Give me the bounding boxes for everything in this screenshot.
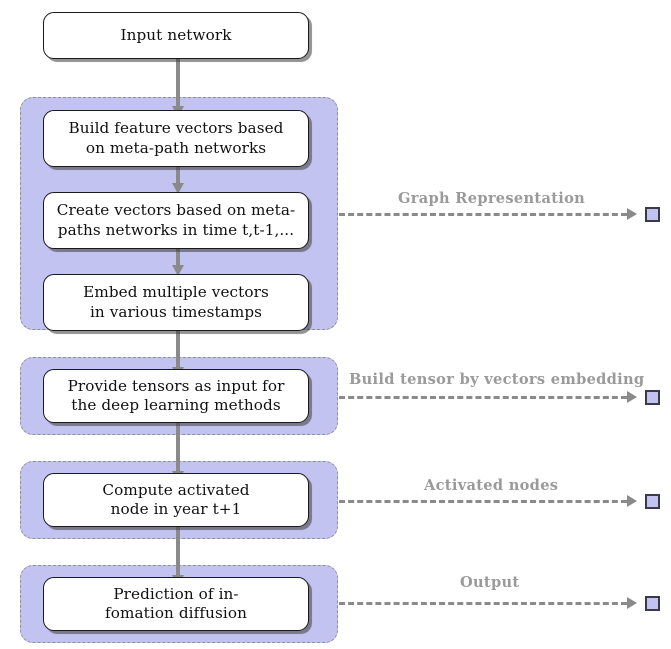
annotation-arrowhead-output (627, 597, 637, 609)
annotation-connector-activated-nodes (339, 500, 627, 503)
annotation-arrowhead-graph-representation (627, 208, 637, 220)
annotation-marker-output[interactable] (645, 596, 660, 611)
connector-provide-to-compute (176, 416, 180, 474)
node-embed-vectors[interactable]: Embed multiple vectors in various timest… (43, 274, 309, 331)
annotation-label-activated-nodes: Activated nodes (424, 477, 559, 494)
annotation-label-output: Output (460, 574, 520, 591)
node-input-network-label: Input network (120, 25, 232, 44)
node-embed-vectors-label: Embed multiple vectors in various timest… (83, 283, 269, 321)
node-create-vectors-label: Create vectors based on meta- paths netw… (56, 201, 296, 239)
annotation-connector-output (339, 602, 627, 605)
annotation-arrowhead-build-tensor (627, 391, 637, 403)
node-provide-tensors[interactable]: Provide tensors as input for the deep le… (43, 369, 309, 423)
flowchart-canvas: Input network Build feature vectors base… (0, 0, 671, 649)
node-build-feature-vectors-label: Build feature vectors based on meta-path… (68, 119, 284, 157)
annotation-connector-build-tensor (339, 396, 627, 399)
annotation-label-build-tensor: Build tensor by vectors embedding (349, 371, 645, 388)
annotation-marker-build-tensor[interactable] (645, 390, 660, 405)
annotation-connector-graph-representation (339, 213, 627, 216)
annotation-marker-activated-nodes[interactable] (645, 494, 660, 509)
node-prediction-diffusion-label: Prediction of in- fomation diffusion (105, 584, 247, 623)
annotation-marker-graph-representation[interactable] (645, 207, 660, 222)
node-compute-activated[interactable]: Compute activated node in year t+1 (43, 473, 309, 527)
node-build-feature-vectors[interactable]: Build feature vectors based on meta-path… (43, 110, 309, 167)
connector-input-to-build (176, 58, 180, 108)
node-prediction-diffusion[interactable]: Prediction of in- fomation diffusion (43, 577, 309, 631)
node-compute-activated-label: Compute activated node in year t+1 (102, 480, 250, 519)
node-provide-tensors-label: Provide tensors as input for the deep le… (67, 376, 285, 415)
annotation-label-graph-representation: Graph Representation (398, 190, 586, 207)
annotation-arrowhead-activated-nodes (627, 495, 637, 507)
node-input-network[interactable]: Input network (43, 12, 309, 59)
connector-compute-to-prediction (176, 520, 180, 578)
node-create-vectors[interactable]: Create vectors based on meta- paths netw… (43, 192, 309, 249)
